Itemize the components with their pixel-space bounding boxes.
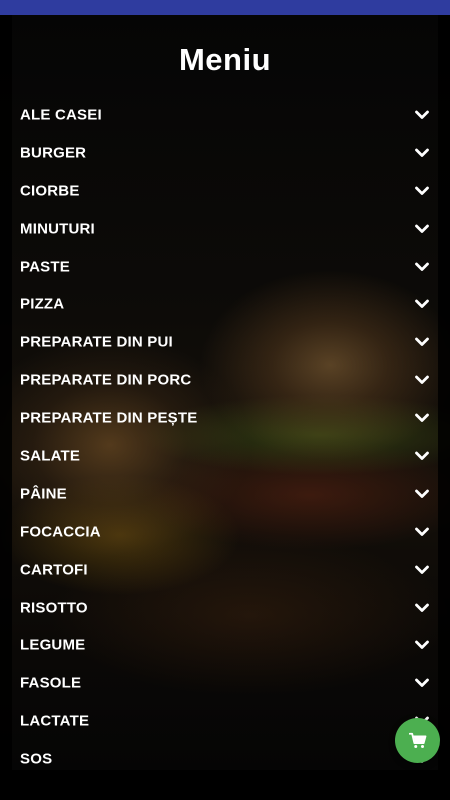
menu-category-item[interactable]: FOCACCIA — [0, 513, 450, 551]
chevron-down-icon[interactable] — [414, 411, 430, 425]
menu-category-label: ALE CASEI — [20, 106, 102, 124]
menu-category-label: PASTE — [20, 258, 70, 275]
menu-category-label: PIZZA — [20, 295, 65, 313]
chevron-down-icon[interactable] — [414, 638, 430, 652]
menu-category-label: LEGUME — [20, 636, 86, 654]
chevron-down-icon[interactable] — [414, 184, 430, 198]
menu-category-item[interactable]: LACTATE — [0, 702, 450, 740]
menu-category-item[interactable]: LEGUME — [0, 626, 450, 664]
menu-category-item[interactable]: CIORBE — [0, 172, 450, 210]
chevron-down-icon[interactable] — [414, 676, 430, 690]
menu-category-label: CARTOFI — [20, 561, 88, 579]
status-bar — [0, 0, 450, 15]
menu-category-item[interactable]: ALE CASEI — [0, 96, 450, 134]
chevron-down-icon[interactable] — [414, 487, 430, 501]
menu-category-label: PREPARATE DIN PORC — [20, 371, 192, 389]
page-title: Meniu — [178, 42, 272, 77]
chevron-down-icon[interactable] — [414, 563, 430, 577]
bottom-navigation-area — [0, 770, 450, 800]
chevron-down-icon[interactable] — [414, 525, 430, 539]
chevron-down-icon[interactable] — [414, 373, 430, 387]
menu-category-label: PREPARATE DIN PUI — [20, 333, 173, 351]
chevron-down-icon[interactable] — [414, 260, 430, 274]
menu-category-label: RISOTTO — [20, 599, 88, 617]
shopping-cart-icon — [408, 732, 426, 748]
menu-category-label: SOS — [20, 750, 53, 768]
menu-category-item[interactable]: PASTE — [0, 248, 450, 286]
menu-category-item[interactable]: BURGER — [0, 134, 450, 172]
menu-category-item[interactable]: SALATE — [0, 437, 450, 475]
menu-category-label: LACTATE — [20, 712, 90, 730]
menu-category-label: PÂINE — [20, 485, 67, 503]
menu-category-list: ALE CASEI BURGER CIORBE MINUTURI PASTE PIZZA P… — [0, 96, 450, 778]
menu-category-item[interactable]: FASOLE — [0, 664, 450, 702]
menu-category-label: PREPARATE DIN PEȘTE — [20, 409, 198, 427]
menu-category-item[interactable]: PREPARATE DIN PORC — [0, 361, 450, 399]
chevron-down-icon[interactable] — [414, 146, 430, 160]
chevron-down-icon[interactable] — [414, 449, 430, 463]
menu-category-item[interactable]: PIZZA — [0, 285, 450, 323]
menu-category-label: SALATE — [20, 447, 81, 465]
menu-category-label: FASOLE — [20, 674, 82, 692]
menu-category-item[interactable]: PREPARATE DIN PEȘTE — [0, 399, 450, 437]
menu-category-label: CIORBE — [20, 182, 80, 200]
chevron-down-icon[interactable] — [414, 222, 430, 236]
menu-category-item[interactable]: PÂINE — [0, 475, 450, 513]
cart-button[interactable] — [395, 718, 440, 763]
chevron-down-icon[interactable] — [414, 108, 430, 122]
menu-category-item[interactable]: PREPARATE DIN PUI — [0, 323, 450, 361]
chevron-down-icon[interactable] — [414, 601, 430, 615]
chevron-down-icon[interactable] — [414, 297, 430, 311]
menu-category-item[interactable]: MINUTURI — [0, 210, 450, 248]
chevron-down-icon[interactable] — [414, 335, 430, 349]
menu-category-label: MINUTURI — [20, 220, 95, 238]
menu-category-item[interactable]: RISOTTO — [0, 589, 450, 627]
menu-category-item[interactable]: CARTOFI — [0, 551, 450, 589]
menu-category-label: BURGER — [20, 144, 87, 162]
menu-category-label: FOCACCIA — [20, 523, 101, 541]
